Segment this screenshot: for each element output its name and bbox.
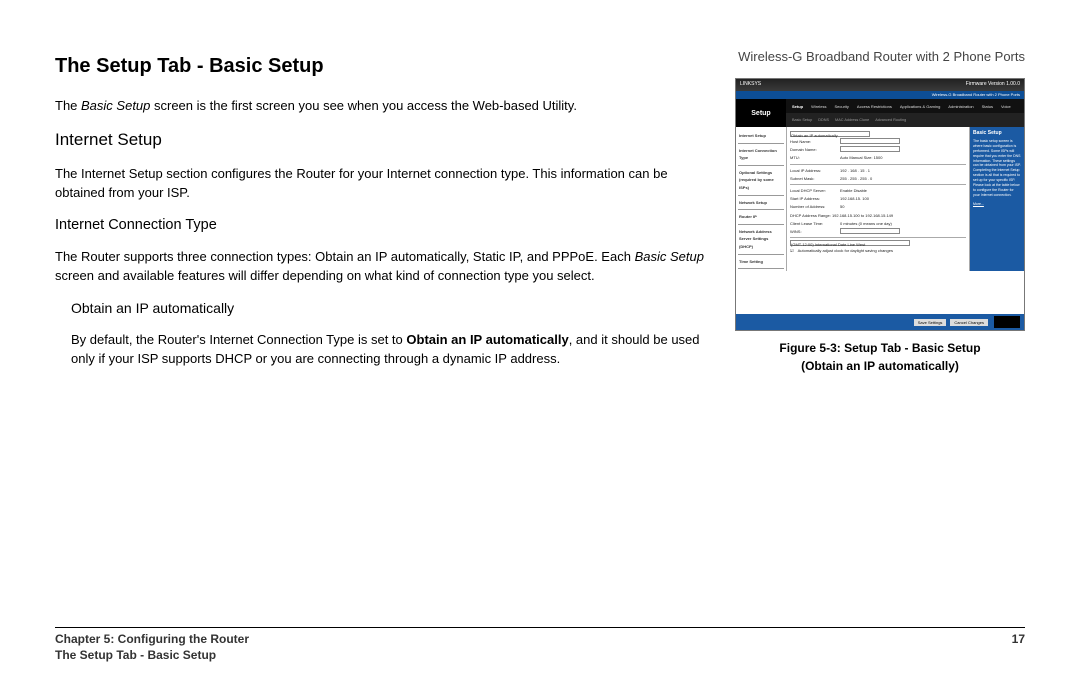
screenshot-form-area: Obtain an IP automatically Host Name: Do…	[786, 127, 970, 271]
sb-router-ip: Router IP	[738, 210, 784, 225]
cisco-logo	[994, 316, 1020, 328]
fld-wins	[840, 228, 900, 234]
subtab-adv: Advanced Routing	[875, 118, 906, 122]
val-subnet: 255 . 255 . 255 . 0	[840, 175, 872, 182]
p4-strong: Obtain an IP automatically	[406, 332, 568, 347]
fld-hostname	[840, 138, 900, 144]
screenshot-nav: Setup Setup Wireless Security Access Res…	[736, 99, 1024, 127]
sb-internet-setup: Internet Setup	[738, 129, 784, 144]
lbl-hostname: Host Name:	[790, 138, 836, 145]
page-title: The Setup Tab - Basic Setup	[55, 55, 715, 78]
firmware-label: Firmware Version 1.00.0	[966, 81, 1020, 89]
footer-section: The Setup Tab - Basic Setup	[55, 648, 1025, 662]
screenshot-subtabs: Basic Setup DDNS MAC Address Clone Advan…	[786, 113, 1024, 127]
lbl-dhcp: Local DHCP Server:	[790, 187, 836, 194]
intro-paragraph: The Basic Setup screen is the first scre…	[55, 96, 715, 116]
val-lease: 0 minutes (0 means one day)	[840, 220, 892, 227]
val-local-ip: 192 . 168 . 15 . 1	[840, 167, 870, 174]
caption-line2: (Obtain an IP automatically)	[801, 359, 959, 373]
fld-tz-check: ☑	[790, 247, 794, 254]
brand-logo: LINKSYS	[740, 81, 761, 89]
section-internet-setup: Internet Setup	[55, 130, 715, 150]
connection-type-text: The Router supports three connection typ…	[55, 247, 715, 286]
lbl-domain: Domain Name:	[790, 146, 836, 153]
caption-line1: Figure 5-3: Setup Tab - Basic Setup	[779, 341, 980, 355]
screenshot-model-bar: Wireless-G Broadband Router with 2 Phone…	[736, 91, 1024, 99]
fld-tz-check-label: Automatically adjust clock for daylight …	[798, 247, 893, 254]
fld-tz: (GMT-12:00) International Date Line West	[790, 240, 910, 246]
cancel-changes-btn: Cancel Changes	[950, 319, 988, 326]
tab-status: Status	[982, 104, 993, 109]
router-admin-screenshot: LINKSYS Firmware Version 1.00.0 Wireless…	[735, 78, 1025, 331]
sb-conn-type: Internet Connection Type	[738, 144, 784, 166]
lbl-subnet: Subnet Mask:	[790, 175, 836, 182]
tab-admin: Administration	[948, 104, 973, 109]
help-title: Basic Setup	[973, 130, 1021, 137]
lbl-local-ip: Local IP Address:	[790, 167, 836, 174]
p3-post: screen and available features will diffe…	[55, 268, 595, 283]
sb-time: Time Setting	[738, 255, 784, 270]
fld-domain	[840, 146, 900, 152]
help-more-link: More...	[973, 202, 1021, 207]
sb-network: Network Setup	[738, 196, 784, 211]
help-text: The basic setup screen is where basic co…	[973, 139, 1021, 198]
screenshot-help-panel: Basic Setup The basic setup screen is wh…	[970, 127, 1024, 271]
subtab-mac: MAC Address Clone	[835, 118, 869, 122]
page-footer: Chapter 5: Configuring the Router 17 The…	[55, 627, 1025, 662]
tab-wireless: Wireless	[811, 104, 826, 109]
tab-setup: Setup	[792, 104, 803, 109]
sb-optional: Optional Settings (required by some ISPs…	[738, 166, 784, 196]
val-range: DHCP Address Range: 192.168.15.100 to 19…	[790, 212, 893, 219]
mtu-opts: Auto Manual Size: 1500	[840, 154, 882, 161]
p3-em: Basic Setup	[635, 249, 704, 264]
tab-access: Access Restrictions	[857, 104, 892, 109]
intro-post: screen is the first screen you see when …	[150, 98, 577, 113]
lbl-mtu: MTU:	[790, 154, 836, 161]
lbl-wins: WINS:	[790, 228, 836, 235]
footer-chapter: Chapter 5: Configuring the Router	[55, 632, 249, 646]
content-column: The Setup Tab - Basic Setup The Basic Se…	[55, 55, 715, 383]
subtab-basic: Basic Setup	[792, 118, 812, 122]
subsub-obtain-ip: Obtain an IP automatically	[71, 300, 715, 316]
lbl-start-ip: Start IP Address:	[790, 195, 836, 202]
tab-security: Security	[834, 104, 848, 109]
figure-screenshot: LINKSYS Firmware Version 1.00.0 Wireless…	[735, 78, 1025, 375]
screenshot-footer: Save Settings Cancel Changes	[736, 314, 1024, 330]
obtain-ip-text: By default, the Router's Internet Connec…	[71, 330, 715, 369]
screenshot-tabs: Setup Wireless Security Access Restricti…	[786, 99, 1024, 113]
lbl-num: Number of Address:	[790, 203, 836, 210]
sb-dhcp: Network Address Server Settings (DHCP)	[738, 225, 784, 255]
footer-rule	[55, 627, 1025, 628]
val-num: 50	[840, 203, 844, 210]
subsection-connection-type: Internet Connection Type	[55, 217, 715, 233]
intro-em: Basic Setup	[81, 98, 150, 113]
val-dhcp: Enable Disable	[840, 187, 867, 194]
val-start-ip: 192.168.15. 100	[840, 195, 869, 202]
footer-page-number: 17	[1012, 632, 1025, 646]
p3-pre: The Router supports three connection typ…	[55, 249, 635, 264]
save-settings-btn: Save Settings	[914, 319, 947, 326]
screenshot-sidebar: Internet Setup Internet Connection Type …	[736, 127, 786, 271]
fld-conn-type: Obtain an IP automatically	[790, 131, 870, 137]
product-header: Wireless-G Broadband Router with 2 Phone…	[738, 49, 1025, 64]
tab-apps: Applications & Gaming	[900, 104, 940, 109]
screenshot-brand-bar: LINKSYS Firmware Version 1.00.0	[736, 79, 1024, 91]
intro-pre: The	[55, 98, 81, 113]
tab-voice: Voice	[1001, 104, 1011, 109]
subtab-ddns: DDNS	[818, 118, 829, 122]
figure-caption: Figure 5-3: Setup Tab - Basic Setup (Obt…	[735, 339, 1025, 375]
lbl-lease: Client Lease Time:	[790, 220, 836, 227]
internet-setup-text: The Internet Setup section configures th…	[55, 164, 715, 203]
screenshot-section-label: Setup	[736, 99, 786, 127]
p4-pre: By default, the Router's Internet Connec…	[71, 332, 406, 347]
